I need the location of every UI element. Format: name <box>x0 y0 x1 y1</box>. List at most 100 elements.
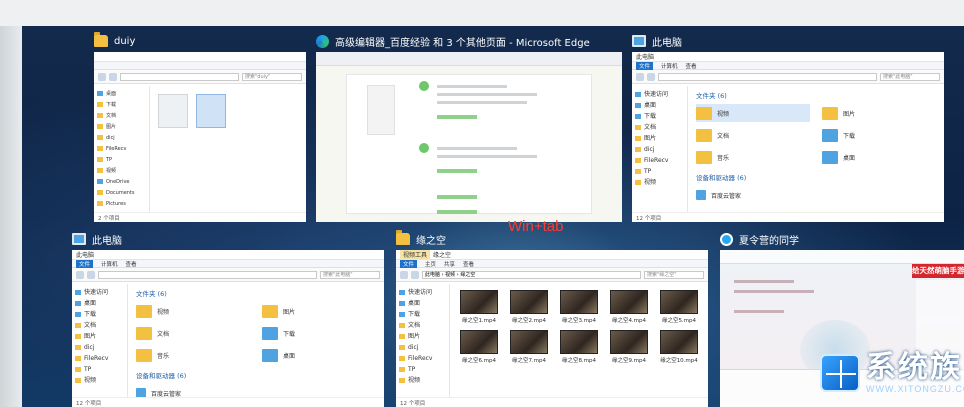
sidebar-item[interactable]: 文档 <box>399 320 446 331</box>
folder-item[interactable]: 下载 <box>822 126 936 144</box>
sidebar-item[interactable]: 桌面 <box>635 100 684 111</box>
back-icon[interactable] <box>636 72 644 81</box>
sidebar-item[interactable]: 视频 <box>399 375 446 386</box>
drive-item[interactable]: 百度云管家 <box>696 186 936 204</box>
folder-item[interactable]: 图片 <box>262 302 376 320</box>
forward-icon[interactable] <box>109 72 117 81</box>
sidebar-item[interactable]: TP <box>635 166 684 177</box>
ribbon: 文件 计算机 查看 <box>632 61 944 70</box>
forward-icon[interactable] <box>87 270 95 279</box>
sidebar-item[interactable]: dicj <box>97 133 146 144</box>
sidebar-item[interactable]: 下载 <box>635 111 684 122</box>
status-bar: 12 个项目 <box>396 397 708 407</box>
address-bar[interactable] <box>658 72 877 81</box>
sidebar-item[interactable]: TP <box>97 155 146 166</box>
sidebar-item[interactable]: Documents <box>97 188 146 199</box>
sidebar-item[interactable]: 图片 <box>399 331 446 342</box>
ribbon-tab-file[interactable]: 文件 <box>76 259 94 268</box>
task-tile-this-pc-2[interactable]: 此电脑 此电脑 文件 计算机 查看 搜索"此电脑" 快速访问 桌面 下载 文档 <box>72 228 384 407</box>
sidebar-item-quick-access[interactable]: 快速访问 <box>635 89 684 100</box>
sidebar-item[interactable]: FileRecv <box>97 144 146 155</box>
ribbon-tab-computer[interactable]: 计算机 <box>101 260 118 268</box>
task-tile-duiy[interactable]: duiy 搜索"duiy" 桌面 下载 文档 图片 dicj FileRecv … <box>94 30 306 222</box>
search-input[interactable]: 搜索"此电脑" <box>320 270 380 279</box>
video-file[interactable]: 缘之空10.mp4 <box>660 330 698 364</box>
folder-item[interactable]: 文档 <box>696 126 810 144</box>
sidebar-item[interactable]: 视频 <box>75 375 124 386</box>
forward-icon[interactable] <box>647 72 655 81</box>
video-file[interactable]: 缘之空9.mp4 <box>610 330 648 364</box>
back-icon[interactable] <box>76 270 84 279</box>
sidebar-item[interactable]: 图片 <box>635 133 684 144</box>
sidebar-item-quick-access[interactable]: 快速访问 <box>399 287 446 298</box>
folder-item[interactable]: 下载 <box>262 324 376 342</box>
sidebar-item[interactable]: FileRecv <box>635 155 684 166</box>
sidebar-item[interactable]: 图片 <box>75 331 124 342</box>
folder-item[interactable]: 视频 <box>696 104 810 122</box>
folder-item[interactable]: 音乐 <box>136 346 250 364</box>
sidebar-item[interactable]: FileRecv <box>399 353 446 364</box>
sidebar-item[interactable]: dicj <box>75 342 124 353</box>
folder-item[interactable]: 桌面 <box>822 148 936 166</box>
ribbon-tab-home[interactable]: 主页 <box>425 260 436 268</box>
video-file[interactable]: 缘之空1.mp4 <box>460 290 498 324</box>
sidebar-item[interactable]: 下载 <box>399 309 446 320</box>
file-thumbnail[interactable] <box>158 94 188 128</box>
ribbon-context-tab[interactable]: 视频工具 <box>400 250 431 259</box>
explorer-window: 视频工具 缘之空 文件 主页 共享 查看 此电脑 › 视频 › 缘之空 搜索"缘… <box>396 250 708 407</box>
sidebar-item[interactable]: TP <box>75 364 124 375</box>
address-bar[interactable] <box>98 270 317 279</box>
task-tile-this-pc[interactable]: 此电脑 此电脑 文件 计算机 查看 搜索"此电脑" 快速访问 桌面 下载 文档 <box>632 30 944 222</box>
sidebar-item[interactable]: 文档 <box>75 320 124 331</box>
ribbon-tab-view[interactable]: 查看 <box>686 62 697 70</box>
sidebar-item[interactable]: 桌面 <box>399 298 446 309</box>
ribbon-tab-share[interactable]: 共享 <box>444 260 455 268</box>
sidebar-item[interactable]: 视频 <box>97 166 146 177</box>
file-thumbnail-selected[interactable] <box>196 94 226 128</box>
video-file[interactable]: 缘之空3.mp4 <box>560 290 598 324</box>
sidebar-item[interactable]: OneDrive <box>97 177 146 188</box>
task-tile-video-folder[interactable]: 缘之空 视频工具 缘之空 文件 主页 共享 查看 此电脑 › 视频 › 缘之空 … <box>396 228 708 407</box>
sidebar-item[interactable]: 桌面 <box>75 298 124 309</box>
video-file[interactable]: 缘之空6.mp4 <box>460 330 498 364</box>
search-input[interactable]: 搜索"此电脑" <box>880 72 940 81</box>
sidebar-item[interactable]: TP <box>399 364 446 375</box>
video-file[interactable]: 缘之空2.mp4 <box>510 290 548 324</box>
sidebar-item[interactable]: 文档 <box>97 111 146 122</box>
video-file[interactable]: 缘之空5.mp4 <box>660 290 698 324</box>
video-file[interactable]: 缘之空4.mp4 <box>610 290 648 324</box>
ribbon-tab-view[interactable]: 查看 <box>126 260 137 268</box>
search-input[interactable]: 搜索"缘之空" <box>644 270 704 279</box>
sidebar-item[interactable]: 桌面 <box>97 89 146 100</box>
video-file[interactable]: 缘之空8.mp4 <box>560 330 598 364</box>
back-icon[interactable] <box>98 72 106 81</box>
folder-item[interactable]: 桌面 <box>262 346 376 364</box>
sidebar-item[interactable]: dicj <box>635 144 684 155</box>
sidebar-item[interactable]: dicj <box>399 342 446 353</box>
task-tile-edge[interactable]: 高级编辑器_百度经验 和 3 个其他页面 - Microsoft Edge <box>316 30 622 222</box>
ad-banner[interactable]: 给天然萌脑手游 <box>912 264 964 278</box>
chat-message <box>734 280 794 283</box>
sidebar-item[interactable]: FileRecv <box>75 353 124 364</box>
sidebar-item[interactable]: 下载 <box>97 100 146 111</box>
back-icon[interactable] <box>400 270 408 279</box>
search-input[interactable]: 搜索"duiy" <box>242 72 302 81</box>
sidebar-item[interactable]: Pictures <box>97 199 146 210</box>
folder-item[interactable]: 音乐 <box>696 148 810 166</box>
forward-icon[interactable] <box>411 270 419 279</box>
ribbon-tab-file[interactable]: 文件 <box>400 259 418 268</box>
address-bar[interactable]: 此电脑 › 视频 › 缘之空 <box>422 270 641 279</box>
sidebar-item-quick-access[interactable]: 快速访问 <box>75 287 124 298</box>
sidebar-item[interactable]: 图片 <box>97 122 146 133</box>
video-file[interactable]: 缘之空7.mp4 <box>510 330 548 364</box>
sidebar-item[interactable]: 下载 <box>75 309 124 320</box>
ribbon-tab-view[interactable]: 查看 <box>463 260 474 268</box>
ribbon-tab-file[interactable]: 文件 <box>636 61 654 70</box>
address-bar[interactable] <box>120 72 239 81</box>
ribbon-tab-computer[interactable]: 计算机 <box>661 62 678 70</box>
sidebar-item[interactable]: 文档 <box>635 122 684 133</box>
sidebar-item[interactable]: 视频 <box>635 177 684 188</box>
folder-item[interactable]: 视频 <box>136 302 250 320</box>
folder-item[interactable]: 文档 <box>136 324 250 342</box>
folder-item[interactable]: 图片 <box>822 104 936 122</box>
